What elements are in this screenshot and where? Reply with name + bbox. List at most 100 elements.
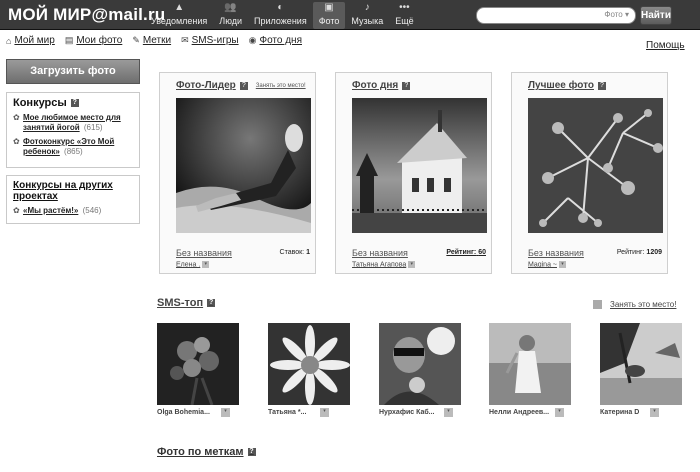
sms-thumb[interactable] xyxy=(268,323,350,405)
photos-by-tags-text[interactable]: Фото по меткам xyxy=(157,446,244,458)
chevron-down-icon[interactable]: ▾ xyxy=(444,408,453,417)
chevron-down-icon[interactable]: ▾ xyxy=(320,408,329,417)
thumb-author-name[interactable]: Olga Bohemia... xyxy=(157,409,210,416)
photo-name-link[interactable]: Без названия xyxy=(176,248,232,258)
nav-more[interactable]: ••• Ещё xyxy=(389,2,419,29)
contest-count: (546) xyxy=(82,206,102,215)
sms-claim-spot[interactable]: Занять это место! xyxy=(593,300,676,309)
stat-label: Рейтинг: xyxy=(616,249,645,256)
photo-thumbnail[interactable] xyxy=(528,98,663,233)
contest-item[interactable]: ✿ Фотоконкурс «Это Мой ребенок» (865) xyxy=(13,137,133,157)
card-header: Лучшее фото ? xyxy=(528,80,661,91)
sub-nav: ⌂ Мой мир ▤ Мои фото ✎ Метки ✉ SMS-игры … xyxy=(6,35,312,46)
photo-thumbnail[interactable] xyxy=(176,98,311,233)
chevron-down-icon[interactable]: ▾ xyxy=(650,408,659,417)
sms-thumb[interactable] xyxy=(157,323,239,406)
sms-thumb[interactable] xyxy=(600,323,682,405)
contest-icon: ✿ xyxy=(13,137,20,146)
contest-icon: ✿ xyxy=(13,206,20,215)
card-photo-of-day: Фото дня ? Без названия Рейтинг: 60 Тать… xyxy=(335,72,492,274)
help-link[interactable]: Помощь xyxy=(646,40,685,51)
contest-count: (865) xyxy=(64,147,83,156)
nav-label: Музыка xyxy=(351,16,384,26)
subnav-tags[interactable]: ✎ Метки xyxy=(132,35,171,46)
subnav-label: Мой мир xyxy=(14,35,55,46)
tag-icon: ✎ xyxy=(132,35,140,45)
help-icon[interactable]: ? xyxy=(597,81,606,90)
chevron-down-icon[interactable]: ▾ xyxy=(408,261,416,268)
sms-thumb[interactable] xyxy=(379,323,461,405)
upload-photo-button[interactable]: Загрузить фото xyxy=(6,59,140,84)
search-scope-select[interactable]: Фото ▾ xyxy=(604,10,629,19)
help-icon[interactable]: ? xyxy=(239,81,248,90)
author-link[interactable]: Елена . ▾ xyxy=(176,261,210,268)
subnav-my-photos[interactable]: ▤ Мои фото xyxy=(65,35,122,46)
contest-link[interactable]: Мое любимое место для занятий йогой xyxy=(23,113,121,132)
contest-icon: ✿ xyxy=(13,113,20,122)
top-bar: МОЙ МИР@mail.ru ▲ Уведомления 👥 Люди ◐ П… xyxy=(0,0,700,30)
help-icon[interactable]: ? xyxy=(207,299,216,307)
search-input[interactable]: Фото ▾ xyxy=(476,7,636,24)
chevron-down-icon[interactable]: ▾ xyxy=(202,261,210,268)
author-name[interactable]: Magina ~ xyxy=(528,261,557,268)
main-nav: ▲ Уведомления 👥 Люди ◐ Приложения ▣ Фото… xyxy=(145,2,420,29)
apps-icon: ◐ xyxy=(277,2,284,13)
bids-stat: Ставок: 1 xyxy=(280,249,310,256)
nav-people[interactable]: 👥 Люди xyxy=(213,2,248,29)
contest-link[interactable]: «Мы растём!» xyxy=(23,206,78,215)
claim-spot-link[interactable]: Занять это место! xyxy=(256,83,306,89)
nav-notifications[interactable]: ▲ Уведомления xyxy=(145,2,213,29)
sms-icon: ✉ xyxy=(181,35,189,45)
sms-top-title-text[interactable]: SMS-топ xyxy=(157,297,203,309)
stat-label: Рейтинг: xyxy=(446,249,477,256)
chevron-down-icon[interactable]: ▾ xyxy=(221,408,230,417)
photo-name-link[interactable]: Без названия xyxy=(352,248,408,258)
card-header: Фото дня ? xyxy=(352,80,485,91)
nav-photo[interactable]: ▣ Фото xyxy=(312,2,346,29)
photo-icon: ▣ xyxy=(324,2,334,13)
subnav-label: Метки xyxy=(142,35,172,46)
subnav-photo-of-day[interactable]: ◉ Фото дня xyxy=(249,35,302,46)
thumb-author-name[interactable]: Татьяна *... xyxy=(268,409,306,416)
thumb-author-name[interactable]: Нурхафис Каб... xyxy=(379,409,435,416)
chevron-down-icon[interactable]: ▾ xyxy=(559,261,566,268)
contest-count: (615) xyxy=(83,123,103,132)
sms-thumb[interactable] xyxy=(489,323,571,405)
card-title[interactable]: Фото-Лидер xyxy=(176,80,236,91)
card-title[interactable]: Лучшее фото xyxy=(528,80,594,91)
stat-label: Ставок: xyxy=(279,249,305,256)
other-contests-box: Конкурсы на других проектах ✿ «Мы растём… xyxy=(6,175,140,224)
claim-spot-link[interactable]: Занять это место! xyxy=(610,300,676,309)
photo-thumbnail[interactable] xyxy=(352,98,487,233)
subnav-label: Мои фото xyxy=(76,35,123,46)
nav-apps[interactable]: ◐ Приложения xyxy=(248,2,313,29)
chevron-down-icon[interactable]: ▾ xyxy=(555,408,564,417)
site-logo[interactable]: МОЙ МИР@mail.ru xyxy=(8,5,165,25)
help-icon[interactable]: ? xyxy=(247,448,256,456)
card-title[interactable]: Фото дня xyxy=(352,80,398,91)
photo-name-link[interactable]: Без названия xyxy=(528,248,584,258)
stat-value: 1209 xyxy=(646,249,662,256)
search-button[interactable]: Найти xyxy=(640,6,672,25)
author-link[interactable]: Magina ~ ▾ xyxy=(528,261,566,268)
contests-title: Конкурсы ? xyxy=(13,97,133,109)
home-icon: ⌂ xyxy=(6,35,12,46)
help-icon[interactable]: ? xyxy=(70,99,79,107)
subnav-label: Фото дня xyxy=(259,35,302,46)
stat-value: 60 xyxy=(478,249,486,256)
nav-music[interactable]: ♪ Музыка xyxy=(345,2,389,29)
help-icon[interactable]: ? xyxy=(402,81,411,90)
subnav-sms-games[interactable]: ✉ SMS-игры xyxy=(181,35,239,46)
nav-label: Люди xyxy=(219,16,243,26)
author-name[interactable]: Елена . xyxy=(176,261,200,268)
contest-item[interactable]: ✿ Мое любимое место для занятий йогой (6… xyxy=(13,113,133,133)
other-contests-title[interactable]: Конкурсы на других проектах xyxy=(13,180,133,202)
target-icon: ◉ xyxy=(248,35,257,45)
author-link[interactable]: Татьяна Агапова ▾ xyxy=(352,261,416,268)
photos-by-tags-title: Фото по меткам ? xyxy=(157,446,256,458)
contest-item[interactable]: ✿ «Мы растём!» (546) xyxy=(13,206,133,216)
author-name[interactable]: Татьяна Агапова xyxy=(352,261,406,268)
subnav-my-world[interactable]: ⌂ Мой мир xyxy=(6,35,55,46)
thumb-author-name[interactable]: Нелли Андреев... xyxy=(489,409,549,416)
thumb-author-name[interactable]: Катерина D xyxy=(600,409,639,416)
